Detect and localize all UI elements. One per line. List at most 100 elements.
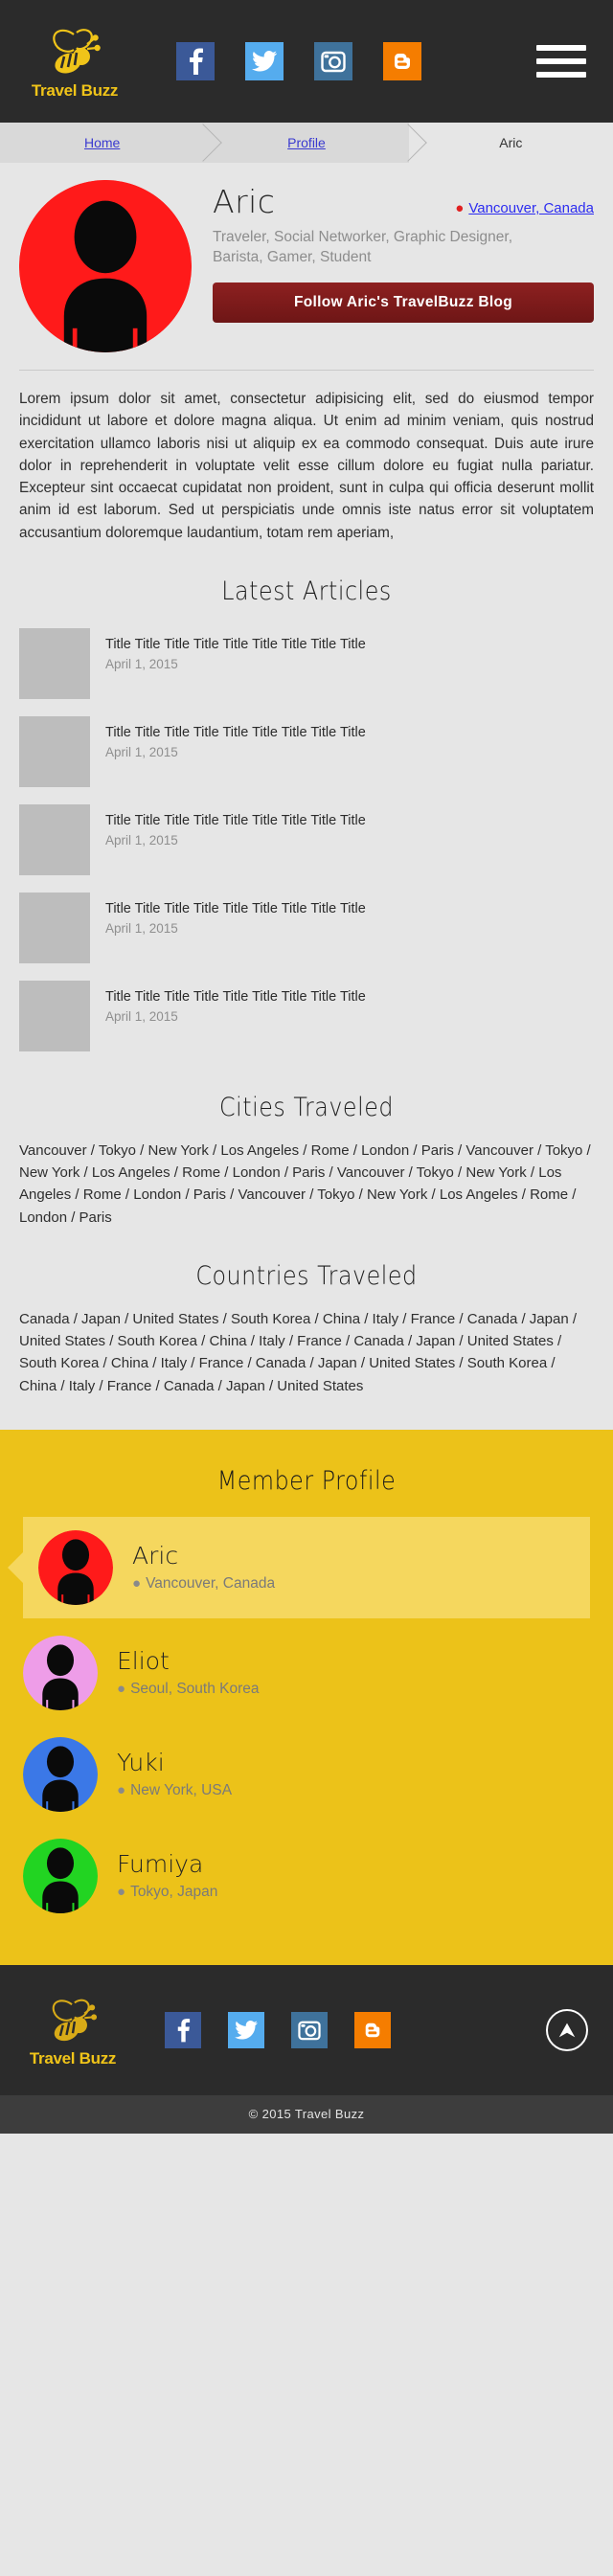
breadcrumb: Home Profile Aric xyxy=(0,123,613,163)
member-name: Aric xyxy=(132,1542,179,1570)
header-social-links xyxy=(176,42,421,80)
avatar xyxy=(23,1736,98,1812)
member-location-label: Seoul, South Korea xyxy=(130,1680,260,1697)
article-thumbnail xyxy=(19,892,90,963)
article-date: April 1, 2015 xyxy=(105,744,178,759)
article-title[interactable]: Title Title Title Title Title Title Titl… xyxy=(105,988,366,1006)
member-list-item-yuki[interactable]: Yuki ● New York, USA xyxy=(23,1724,590,1825)
page-title: Aric xyxy=(213,183,276,220)
map-pin-icon: ● xyxy=(132,1575,142,1592)
profile-bio: Lorem ipsum dolor sit amet, consectetur … xyxy=(19,391,594,541)
countries-traveled-heading: Countries Traveled xyxy=(195,1260,418,1291)
article-body: Title Title Title Title Title Title Titl… xyxy=(105,716,366,759)
article-date: April 1, 2015 xyxy=(105,832,178,847)
breadcrumb-item-current: Aric xyxy=(408,123,613,163)
site-header: Travel Buzz xyxy=(0,0,613,123)
countries-traveled-list: Canada / Japan / United States / South K… xyxy=(19,1310,578,1394)
list-item[interactable]: Title Title Title Title Title Title Titl… xyxy=(19,708,594,796)
member-text: Fumiya ● Tokyo, Japan xyxy=(117,1851,217,1901)
avatar xyxy=(38,1529,113,1605)
member-profile-heading-wrap: Member Profile xyxy=(0,1458,613,1509)
map-pin-icon: ● xyxy=(117,1884,126,1900)
article-body: Title Title Title Title Title Title Titl… xyxy=(105,893,366,936)
member-text: Aric ● Vancouver, Canada xyxy=(132,1543,275,1593)
brand-name: Travel Buzz xyxy=(31,80,119,100)
footer-brand-name: Travel Buzz xyxy=(29,2049,117,2068)
article-date: April 1, 2015 xyxy=(105,656,178,671)
member-location: ● Tokyo, Japan xyxy=(117,1884,217,1901)
breadcrumb-item-profile[interactable]: Profile xyxy=(204,123,409,163)
member-profile-section: Member Profile Aric ● Vancouver, Canada xyxy=(0,1429,613,1965)
article-thumbnail xyxy=(19,980,90,1051)
menu-bar-1 xyxy=(536,45,586,51)
breadcrumb-item-home[interactable]: Home xyxy=(0,123,204,163)
profile-location-link[interactable]: Vancouver, Canada xyxy=(468,200,594,216)
copyright-bar: © 2015 Travel Buzz xyxy=(0,2094,613,2134)
member-location: ● Seoul, South Korea xyxy=(117,1681,260,1698)
map-pin-icon: ● xyxy=(117,1681,126,1697)
article-title[interactable]: Title Title Title Title Title Title Titl… xyxy=(105,900,366,917)
twitter-icon[interactable] xyxy=(228,2011,264,2048)
article-body: Title Title Title Title Title Title Titl… xyxy=(105,981,366,1024)
blogger-icon[interactable] xyxy=(354,2011,391,2048)
member-name: Yuki xyxy=(117,1749,165,1776)
arrow-up-circle-icon[interactable] xyxy=(546,2008,588,2051)
cities-traveled-heading: Cities Traveled xyxy=(219,1092,394,1122)
blogger-icon[interactable] xyxy=(383,42,421,80)
member-name: Fumiya xyxy=(117,1850,204,1878)
hamburger-menu-icon[interactable] xyxy=(536,45,586,78)
cities-heading-wrap: Cities Traveled xyxy=(0,1060,613,1136)
bee-icon xyxy=(45,23,104,79)
avatar xyxy=(19,180,192,352)
member-location-label: Vancouver, Canada xyxy=(146,1574,276,1592)
list-item[interactable]: Title Title Title Title Title Title Titl… xyxy=(19,884,594,972)
profile-header: Aric ● Vancouver, Canada Traveler, Socia… xyxy=(0,163,613,352)
article-title[interactable]: Title Title Title Title Title Title Titl… xyxy=(105,724,366,741)
member-list-item-aric[interactable]: Aric ● Vancouver, Canada xyxy=(23,1516,590,1618)
article-body: Title Title Title Title Title Title Titl… xyxy=(105,628,366,671)
list-item[interactable]: Title Title Title Title Title Title Titl… xyxy=(19,972,594,1060)
facebook-icon[interactable] xyxy=(176,42,215,80)
article-body: Title Title Title Title Title Title Titl… xyxy=(105,804,366,847)
member-profile-heading: Member Profile xyxy=(216,1465,397,1496)
avatar xyxy=(23,1635,98,1710)
latest-articles-list: Title Title Title Title Title Title Titl… xyxy=(0,620,613,1060)
bee-icon xyxy=(45,1991,101,2046)
article-thumbnail xyxy=(19,627,90,699)
instagram-icon[interactable] xyxy=(291,2011,328,2048)
profile-info: Aric ● Vancouver, Canada Traveler, Socia… xyxy=(213,180,594,352)
main-content: Aric ● Vancouver, Canada Traveler, Socia… xyxy=(0,163,613,1430)
member-text: Eliot ● Seoul, South Korea xyxy=(117,1648,260,1698)
article-thumbnail xyxy=(19,715,90,787)
member-location-label: Tokyo, Japan xyxy=(130,1883,218,1900)
menu-bar-2 xyxy=(536,58,586,64)
list-item[interactable]: Title Title Title Title Title Title Titl… xyxy=(19,796,594,884)
article-title[interactable]: Title Title Title Title Title Title Titl… xyxy=(105,812,366,829)
profile-name-row: Aric ● Vancouver, Canada xyxy=(213,186,594,217)
member-location: ● New York, USA xyxy=(117,1782,232,1799)
instagram-icon[interactable] xyxy=(314,42,352,80)
facebook-icon[interactable] xyxy=(165,2011,201,2048)
menu-bar-3 xyxy=(536,72,586,78)
article-date: April 1, 2015 xyxy=(105,1008,178,1024)
footer-social-links xyxy=(165,2011,391,2048)
latest-articles-heading: Latest Articles xyxy=(221,576,392,606)
cities-traveled-list: Vancouver / Tokyo / New York / Los Angel… xyxy=(19,1141,591,1226)
map-pin-icon: ● xyxy=(455,200,465,216)
latest-articles-heading-wrap: Latest Articles xyxy=(0,544,613,620)
member-list-item-eliot[interactable]: Eliot ● Seoul, South Korea xyxy=(23,1622,590,1724)
article-title[interactable]: Title Title Title Title Title Title Titl… xyxy=(105,636,366,653)
member-list-item-fumiya[interactable]: Fumiya ● Tokyo, Japan xyxy=(23,1825,590,1927)
profile-tags: Traveler, Social Networker, Graphic Desi… xyxy=(213,229,512,266)
member-location: ● Vancouver, Canada xyxy=(132,1575,275,1593)
footer-brand-logo[interactable]: Travel Buzz xyxy=(23,1991,123,2068)
list-item[interactable]: Title Title Title Title Title Title Titl… xyxy=(19,620,594,708)
member-text: Yuki ● New York, USA xyxy=(117,1750,232,1799)
twitter-icon[interactable] xyxy=(245,42,284,80)
article-thumbnail xyxy=(19,803,90,875)
article-date: April 1, 2015 xyxy=(105,920,178,936)
member-list: Aric ● Vancouver, Canada Eliot ● Seoul, … xyxy=(0,1509,613,1927)
brand-logo[interactable]: Travel Buzz xyxy=(23,23,126,101)
profile-location: ● Vancouver, Canada xyxy=(455,200,594,216)
follow-blog-button[interactable]: Follow Aric's TravelBuzz Blog xyxy=(213,282,594,324)
